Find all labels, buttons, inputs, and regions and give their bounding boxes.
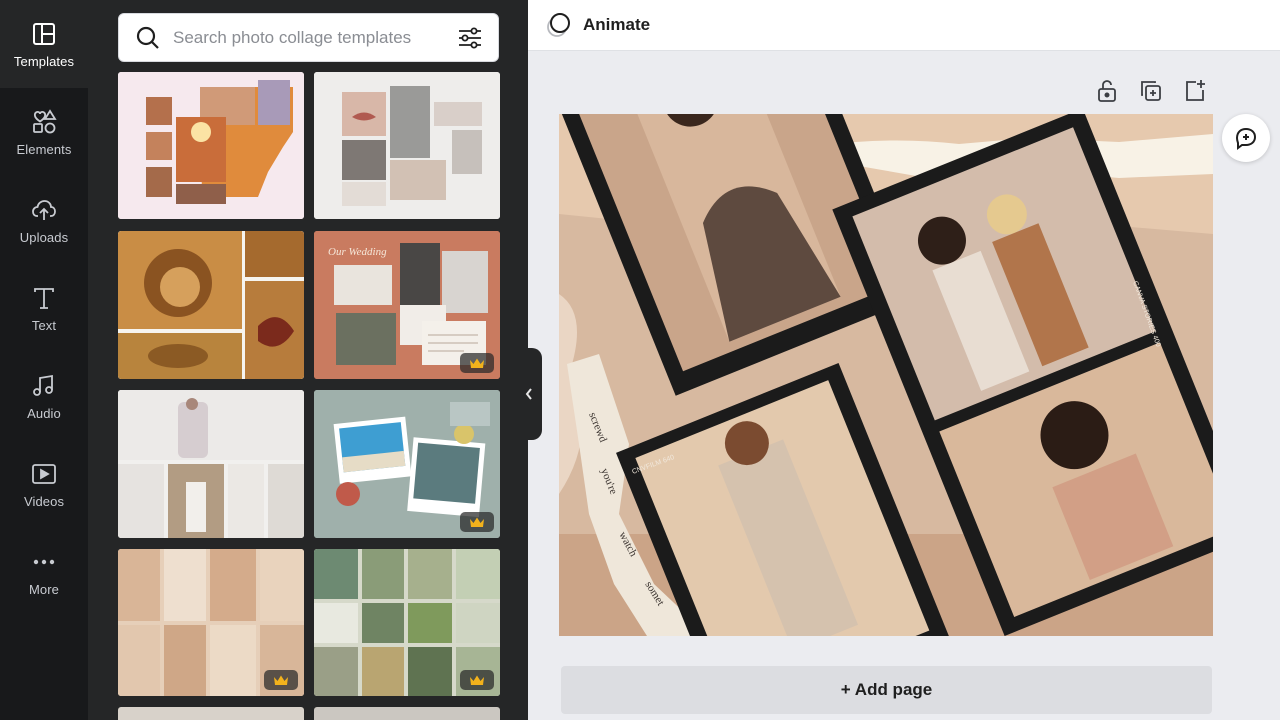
rail-item-more[interactable]: More (0, 528, 88, 616)
premium-badge (460, 512, 494, 532)
animate-icon (547, 13, 570, 37)
template-thumbnail-sunset-beach[interactable] (118, 72, 304, 219)
template-thumbnail-partial[interactable] (314, 707, 500, 720)
video-icon (32, 463, 56, 484)
text-icon (34, 287, 54, 309)
crown-icon (470, 675, 484, 685)
editor-topbar: Animate (528, 0, 1280, 51)
layout-icon (33, 22, 55, 45)
collapse-panel-handle[interactable] (516, 348, 542, 440)
svg-text:Our Wedding: Our Wedding (328, 246, 387, 258)
more-dots-icon (33, 559, 55, 564)
rail-item-text[interactable]: Text (0, 264, 88, 352)
rail-label: Templates (13, 53, 75, 69)
add-comment-button[interactable] (1222, 114, 1270, 162)
shapes-icon (33, 108, 57, 133)
search-bar (118, 13, 499, 62)
premium-badge (460, 670, 494, 690)
left-rail: Templates Elements Uploads Text Audio Vi… (0, 0, 88, 720)
template-thumbnail-wedding[interactable]: Our Wedding (314, 231, 500, 379)
rail-label: Audio (27, 405, 61, 421)
add-page-button[interactable]: + Add page (561, 666, 1212, 714)
template-thumbnail-partial[interactable] (118, 707, 304, 720)
animate-button[interactable]: Animate (545, 11, 650, 39)
crown-icon (470, 358, 484, 368)
rail-item-uploads[interactable]: Uploads (0, 176, 88, 264)
lock-icon[interactable] (1094, 78, 1120, 104)
crown-icon (470, 517, 484, 527)
template-thumbnail-white-fashion[interactable] (118, 390, 304, 538)
design-canvas[interactable]: screwd you're watch somet CANVA STORIES … (559, 114, 1213, 636)
rail-label: Uploads (19, 229, 69, 245)
templates-panel: Our Wedding (88, 0, 528, 720)
comment-plus-icon (1235, 127, 1257, 150)
crown-icon (274, 675, 288, 685)
animate-label: Animate (583, 15, 651, 34)
rail-label: Videos (23, 493, 65, 509)
template-thumbnail-lion[interactable] (118, 231, 304, 379)
rail-label: Text (31, 317, 57, 333)
duplicate-page-icon[interactable] (1138, 78, 1164, 104)
cloud-upload-icon (32, 199, 56, 220)
template-thumbnail-green-nature[interactable] (314, 549, 500, 696)
rail-item-elements[interactable]: Elements (0, 88, 88, 176)
rail-item-audio[interactable]: Audio (0, 352, 88, 440)
template-thumbnail-beige-aesthetic[interactable] (118, 549, 304, 696)
add-page-icon[interactable] (1182, 78, 1208, 104)
rail-item-templates[interactable]: Templates (0, 0, 88, 88)
rail-label: Elements (16, 141, 72, 157)
template-thumbnail-travel-scrapbook[interactable] (314, 390, 500, 538)
premium-badge (460, 353, 494, 373)
search-icon (136, 26, 159, 49)
rail-label: More (28, 581, 60, 597)
filter-sliders-icon[interactable] (457, 25, 483, 51)
music-note-icon (33, 374, 53, 396)
rail-item-videos[interactable]: Videos (0, 440, 88, 528)
premium-badge (264, 670, 298, 690)
chevron-left-icon (525, 388, 532, 400)
template-thumbnail-mood-board[interactable] (314, 72, 500, 219)
search-input[interactable] (173, 27, 443, 48)
